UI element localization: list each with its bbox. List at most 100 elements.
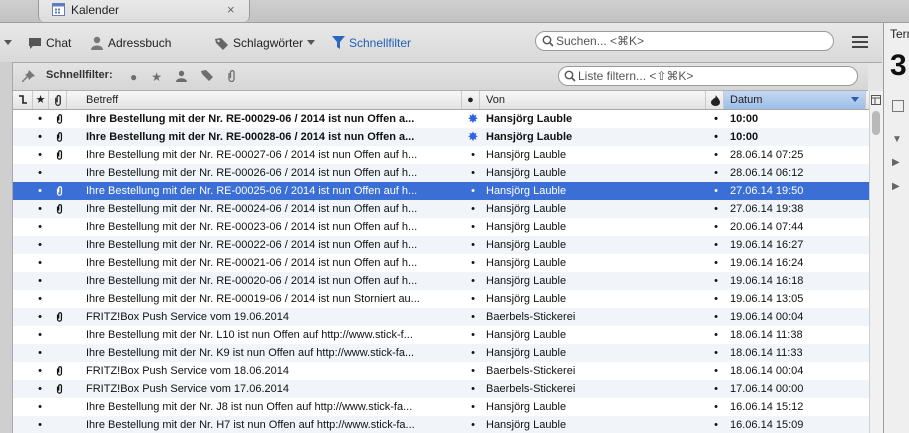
status-dot-icon[interactable]: • <box>467 218 479 236</box>
tab-kalender[interactable]: Kalender × <box>38 0 250 22</box>
column-picker-icon[interactable] <box>871 95 881 105</box>
message-row[interactable]: • Ihre Bestellung mit der Nr. RE-00022-06… <box>13 236 869 254</box>
column-junk[interactable] <box>706 91 724 109</box>
column-thread[interactable] <box>13 91 33 109</box>
tag-filter-icon[interactable] <box>201 70 214 84</box>
column-star[interactable]: ★ <box>33 91 49 109</box>
status-dot-icon[interactable]: • <box>467 308 479 326</box>
junk-dot-icon[interactable]: • <box>711 290 721 308</box>
new-mail-star-icon[interactable]: ✸ <box>467 110 479 128</box>
search-box[interactable] <box>535 31 834 51</box>
junk-dot-icon[interactable]: • <box>711 362 721 380</box>
junk-dot-icon[interactable]: • <box>711 236 721 254</box>
column-attachment[interactable] <box>49 91 67 109</box>
message-row[interactable]: • FRITZ!Box Push Service vom 18.06.2014 • B… <box>13 362 869 380</box>
junk-dot-icon[interactable]: • <box>711 326 721 344</box>
tags-button[interactable]: Schlagwörter <box>214 35 316 51</box>
search-input[interactable] <box>556 33 826 49</box>
read-dot-icon[interactable]: • <box>35 362 45 380</box>
message-row[interactable]: • Ihre Bestellung mit der Nr. K9 ist nun … <box>13 344 869 362</box>
junk-dot-icon[interactable]: • <box>711 200 721 218</box>
column-date[interactable]: Datum <box>724 91 866 109</box>
scroll-thumb[interactable] <box>872 111 880 135</box>
message-row[interactable]: • Ihre Bestellung mit der Nr. RE-00021-06… <box>13 254 869 272</box>
junk-dot-icon[interactable]: • <box>711 272 721 290</box>
new-event-icon[interactable] <box>892 100 904 112</box>
read-dot-icon[interactable]: • <box>35 236 45 254</box>
message-row[interactable]: • Ihre Bestellung mit der Nr. RE-00023-06… <box>13 218 869 236</box>
expand-arrow-icon[interactable]: ▶ <box>892 157 900 168</box>
expand-arrow-icon[interactable]: ▶ <box>892 181 900 192</box>
read-dot-icon[interactable]: • <box>35 146 45 164</box>
junk-dot-icon[interactable]: • <box>711 344 721 362</box>
folder-pane-splitter[interactable] <box>0 62 13 433</box>
filter-list-input[interactable] <box>578 68 848 84</box>
read-dot-icon[interactable]: • <box>35 164 45 182</box>
collapse-arrow-icon[interactable]: ▼ <box>892 134 902 145</box>
tab-close-icon[interactable]: × <box>227 2 235 17</box>
message-row[interactable]: • Ihre Bestellung mit der Nr. L10 ist nun… <box>13 326 869 344</box>
column-read[interactable]: ● <box>462 91 480 109</box>
message-row[interactable]: • Ihre Bestellung mit der Nr. RE-00025-06… <box>13 182 869 200</box>
junk-dot-icon[interactable]: • <box>711 218 721 236</box>
read-dot-icon[interactable]: • <box>35 308 45 326</box>
column-from[interactable]: Von <box>480 91 706 109</box>
read-dot-icon[interactable]: • <box>35 200 45 218</box>
pin-icon[interactable] <box>22 70 35 83</box>
status-dot-icon[interactable]: • <box>467 146 479 164</box>
status-dot-icon[interactable]: • <box>467 398 479 416</box>
status-dot-icon[interactable]: • <box>467 272 479 290</box>
message-row[interactable]: • Ihre Bestellung mit der Nr. H7 ist nun … <box>13 416 869 433</box>
message-row[interactable]: • Ihre Bestellung mit der Nr. RE-00028-06… <box>13 128 869 146</box>
message-row[interactable]: • Ihre Bestellung mit der Nr. RE-00024-06… <box>13 200 869 218</box>
junk-dot-icon[interactable]: • <box>711 380 721 398</box>
read-dot-icon[interactable]: • <box>35 290 45 308</box>
column-subject[interactable]: Betreff <box>67 91 462 109</box>
message-row[interactable]: • Ihre Bestellung mit der Nr. RE-00029-06… <box>13 110 869 128</box>
contact-filter-icon[interactable] <box>176 70 188 85</box>
junk-dot-icon[interactable]: • <box>711 146 721 164</box>
status-dot-icon[interactable]: • <box>467 416 479 433</box>
status-dot-icon[interactable]: • <box>467 182 479 200</box>
junk-dot-icon[interactable]: • <box>711 164 721 182</box>
new-mail-star-icon[interactable]: ✸ <box>467 128 479 146</box>
status-dot-icon[interactable]: • <box>467 164 479 182</box>
status-dot-icon[interactable]: • <box>467 236 479 254</box>
message-row[interactable]: • Ihre Bestellung mit der Nr. RE-00026-06… <box>13 164 869 182</box>
toolbar-dropdown-arrow[interactable] <box>4 35 12 51</box>
message-row[interactable]: • Ihre Bestellung mit der Nr. RE-00019-06… <box>13 290 869 308</box>
read-dot-icon[interactable]: • <box>35 182 45 200</box>
status-dot-icon[interactable]: • <box>467 380 479 398</box>
status-dot-icon[interactable]: • <box>467 200 479 218</box>
attachment-filter-icon[interactable] <box>227 69 236 85</box>
read-dot-icon[interactable]: • <box>35 344 45 362</box>
status-dot-icon[interactable]: • <box>467 362 479 380</box>
message-row[interactable]: • FRITZ!Box Push Service vom 17.06.2014 • B… <box>13 380 869 398</box>
chat-button[interactable]: Chat <box>28 35 71 51</box>
message-list-scrollbar[interactable] <box>869 91 883 433</box>
junk-dot-icon[interactable]: • <box>711 182 721 200</box>
status-dot-icon[interactable]: • <box>467 254 479 272</box>
message-row[interactable]: • Ihre Bestellung mit der Nr. RE-00027-06… <box>13 146 869 164</box>
status-dot-icon[interactable]: • <box>467 344 479 362</box>
quickfilter-button[interactable]: Schnellfilter <box>332 35 411 51</box>
addressbook-button[interactable]: Adressbuch <box>90 35 171 51</box>
message-row[interactable]: • Ihre Bestellung mit der Nr. RE-00020-06… <box>13 272 869 290</box>
read-dot-icon[interactable]: • <box>35 416 45 433</box>
message-row[interactable]: • Ihre Bestellung mit der Nr. J8 ist nun … <box>13 398 869 416</box>
message-row[interactable]: • FRITZ!Box Push Service vom 19.06.2014 • B… <box>13 308 869 326</box>
junk-dot-icon[interactable]: • <box>711 110 721 128</box>
filter-list-box[interactable] <box>558 66 858 86</box>
junk-dot-icon[interactable]: • <box>711 254 721 272</box>
app-menu-button[interactable] <box>852 36 868 48</box>
junk-dot-icon[interactable]: • <box>711 308 721 326</box>
read-dot-icon[interactable]: • <box>35 398 45 416</box>
status-dot-icon[interactable]: • <box>467 326 479 344</box>
read-dot-icon[interactable]: • <box>35 110 45 128</box>
read-dot-icon[interactable]: • <box>35 272 45 290</box>
status-dot-icon[interactable]: • <box>467 290 479 308</box>
starred-filter-icon[interactable]: ★ <box>151 70 162 84</box>
read-dot-icon[interactable]: • <box>35 254 45 272</box>
read-dot-icon[interactable]: • <box>35 218 45 236</box>
read-dot-icon[interactable]: • <box>35 380 45 398</box>
